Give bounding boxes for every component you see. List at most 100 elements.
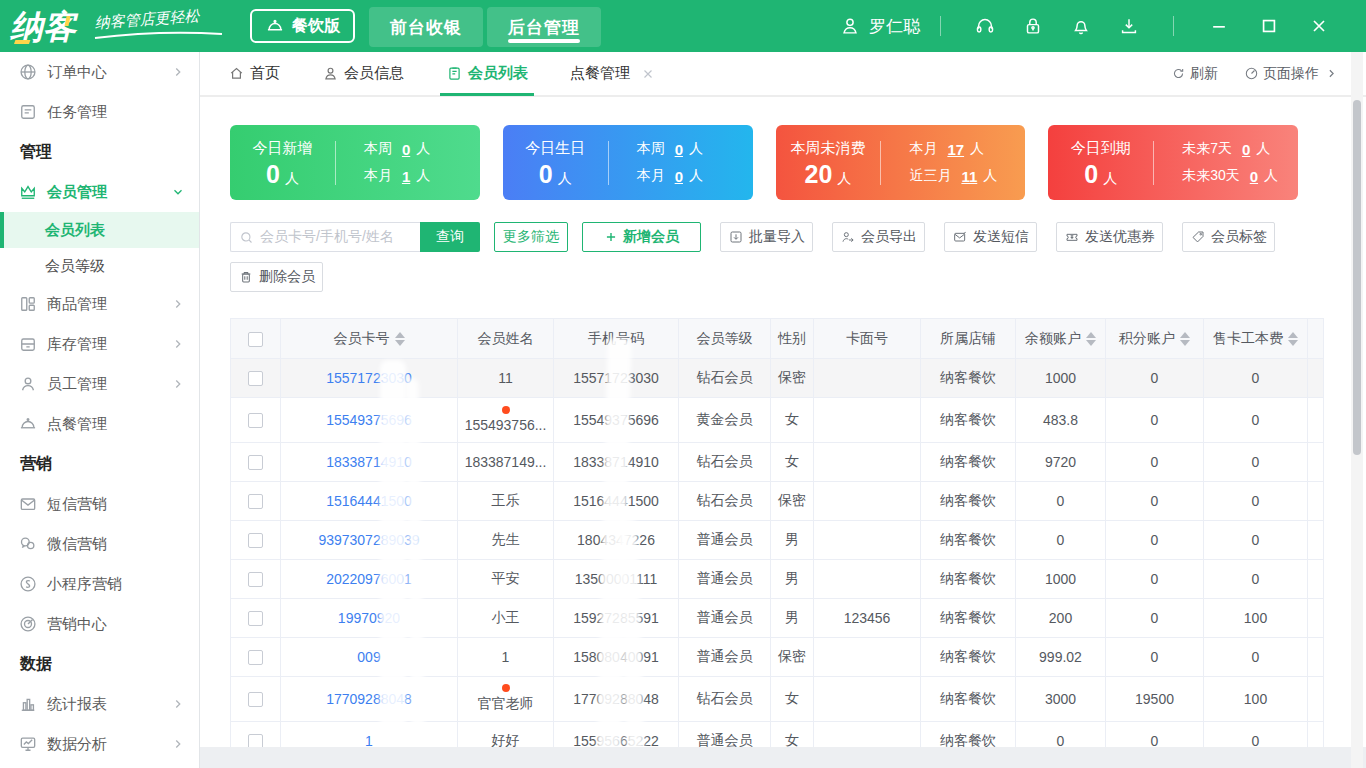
minimize-button[interactable] xyxy=(1209,16,1229,36)
sidebar-item[interactable]: 会员管理 xyxy=(0,172,199,212)
column-header[interactable]: 性别 xyxy=(771,319,814,359)
sidebar-subitem[interactable]: 会员列表 xyxy=(0,212,199,248)
search-input[interactable]: 会员卡号/手机号/姓名 xyxy=(230,222,420,252)
member-card-link[interactable]: 9397307289039 xyxy=(281,521,458,560)
lock-icon[interactable] xyxy=(1022,15,1044,37)
sidebar-item[interactable]: 短信营销 xyxy=(0,484,199,524)
edition-badge[interactable]: 餐饮版 xyxy=(250,9,355,43)
table-row[interactable]: 009115808040091普通会员保密纳客餐饮999.0200 xyxy=(231,638,1324,677)
member-table: 会员卡号会员姓名手机号码会员等级性别卡面号所属店铺余额账户积分账户售卡工本费15… xyxy=(230,318,1323,761)
table-row[interactable]: 155717230301115571723030钻石会员保密纳客餐饮100000 xyxy=(231,359,1324,398)
sidebar-subitem[interactable]: 会员等级 xyxy=(0,248,199,284)
search-placeholder: 会员卡号/手机号/姓名 xyxy=(260,228,394,246)
sidebar-item[interactable]: 任务管理 xyxy=(0,92,199,132)
member-card-link[interactable]: 18338714910 xyxy=(281,443,458,482)
sidebar-item[interactable]: 小程序营销 xyxy=(0,564,199,604)
stat-value: 0人 xyxy=(539,162,572,187)
发送优惠券-button[interactable]: 发送优惠券 xyxy=(1056,222,1163,252)
mode-tab-cashier[interactable]: 前台收银 xyxy=(369,7,483,47)
refresh-button[interactable]: 刷新 xyxy=(1171,65,1218,83)
delete-member-button[interactable]: 删除会员 xyxy=(230,262,323,292)
stat-sub-value[interactable]: 0 xyxy=(1250,168,1258,185)
column-header[interactable]: 所属店铺 xyxy=(921,319,1016,359)
table-row[interactable]: 19970920小王15927285591普通会员男123456纳客餐饮2000… xyxy=(231,599,1324,638)
column-header[interactable]: 会员等级 xyxy=(679,319,771,359)
sidebar-item[interactable]: 商品管理 xyxy=(0,284,199,324)
sidebar-item[interactable]: 数据分析 xyxy=(0,724,199,764)
stat-sub-value[interactable]: 0 xyxy=(402,141,410,158)
sidebar-item[interactable]: 库存管理 xyxy=(0,324,199,364)
row-checkbox[interactable] xyxy=(231,521,281,560)
close-icon[interactable] xyxy=(641,67,655,81)
批量导入-button[interactable]: 批量导入 xyxy=(720,222,813,252)
column-header[interactable]: 售卡工本费 xyxy=(1204,319,1308,359)
column-header[interactable]: 余额账户 xyxy=(1016,319,1106,359)
sidebar-item[interactable]: 微信营销 xyxy=(0,524,199,564)
select-all-checkbox[interactable] xyxy=(231,319,281,359)
page-tab[interactable]: 首页 xyxy=(228,51,280,96)
stat-sub-value[interactable]: 17 xyxy=(947,141,964,158)
sidebar-item[interactable]: 员工管理 xyxy=(0,364,199,404)
sidebar-item[interactable]: 订单中心 xyxy=(0,52,199,92)
member-card-link[interactable]: 15549375696 xyxy=(281,398,458,443)
会员导出-button[interactable]: 会员导出 xyxy=(832,222,925,252)
page-tab[interactable]: 点餐管理 xyxy=(570,51,655,96)
member-card-link[interactable]: 20220976001 xyxy=(281,560,458,599)
row-checkbox[interactable] xyxy=(231,638,281,677)
download-icon[interactable] xyxy=(1118,15,1140,37)
bell-icon[interactable] xyxy=(1070,15,1092,37)
row-checkbox[interactable] xyxy=(231,482,281,521)
table-row[interactable]: 15549375696155493756...15549375696黄金会员女纳… xyxy=(231,398,1324,443)
member-card-link[interactable]: 15571723030 xyxy=(281,359,458,398)
stat-sub-value[interactable]: 0 xyxy=(1242,141,1250,158)
card-fee: 100 xyxy=(1204,599,1308,638)
user-menu[interactable]: 罗仁聪 xyxy=(839,15,920,38)
column-header[interactable]: 会员姓名 xyxy=(458,319,554,359)
row-checkbox[interactable] xyxy=(231,560,281,599)
table-row[interactable]: 17709288048官官老师17709288048钻石会员女纳客餐饮30001… xyxy=(231,677,1324,722)
table-row[interactable]: 9397307289039先生1804347226普通会员男纳客餐饮000 xyxy=(231,521,1324,560)
row-checkbox[interactable] xyxy=(231,599,281,638)
column-header[interactable]: 积分账户 xyxy=(1106,319,1204,359)
sort-icon[interactable] xyxy=(395,332,405,346)
column-header[interactable]: 卡面号 xyxy=(814,319,921,359)
stat-sub-value[interactable]: 0 xyxy=(675,141,683,158)
会员标签-button[interactable]: 会员标签 xyxy=(1182,222,1275,252)
table-row[interactable]: 20220976001平安13500001111普通会员男纳客餐饮100000 xyxy=(231,560,1324,599)
sidebar-item[interactable]: 统计报表 xyxy=(0,684,199,724)
发送短信-button[interactable]: 发送短信 xyxy=(944,222,1037,252)
mode-tab-admin[interactable]: 后台管理 xyxy=(487,7,601,47)
query-button[interactable]: 查询 xyxy=(420,222,480,252)
stat-sub-row: 本月1人 xyxy=(364,167,480,185)
member-level: 黄金会员 xyxy=(679,398,771,443)
headset-icon[interactable] xyxy=(974,15,996,37)
member-card-link[interactable]: 009 xyxy=(281,638,458,677)
sort-icon[interactable] xyxy=(1180,332,1190,346)
page-tab[interactable]: 会员信息 xyxy=(322,51,404,96)
row-checkbox[interactable] xyxy=(231,443,281,482)
row-checkbox[interactable] xyxy=(231,359,281,398)
sort-icon[interactable] xyxy=(1288,332,1298,346)
page-actions-button[interactable]: 页面操作 xyxy=(1244,65,1338,83)
scrollbar-thumb[interactable] xyxy=(1353,100,1361,455)
sort-icon[interactable] xyxy=(1086,332,1096,346)
maximize-button[interactable] xyxy=(1259,16,1279,36)
table-row[interactable]: 18338714910183387149...18338714910钻石会员女纳… xyxy=(231,443,1324,482)
stat-sub-value[interactable]: 11 xyxy=(961,168,977,185)
more-filter-button[interactable]: 更多筛选 xyxy=(494,222,568,252)
member-card-link[interactable]: 19970920 xyxy=(281,599,458,638)
page-tab[interactable]: 会员列表 xyxy=(446,51,528,96)
sidebar-item[interactable]: 营销中心 xyxy=(0,604,199,644)
column-header[interactable]: 会员卡号 xyxy=(281,319,458,359)
sidebar-item[interactable]: 点餐管理 xyxy=(0,404,199,444)
stat-sub-value[interactable]: 1 xyxy=(402,168,410,185)
member-card-link[interactable]: 17709288048 xyxy=(281,677,458,722)
stat-sub-value[interactable]: 0 xyxy=(675,168,683,185)
close-button[interactable] xyxy=(1309,16,1329,36)
table-row[interactable]: 15164441500王乐15164441500钻石会员保密纳客餐饮000 xyxy=(231,482,1324,521)
row-checkbox[interactable] xyxy=(231,398,281,443)
column-header[interactable]: 手机号码 xyxy=(554,319,679,359)
row-checkbox[interactable] xyxy=(231,677,281,722)
member-card-link[interactable]: 15164441500 xyxy=(281,482,458,521)
add-member-button[interactable]: 新增会员 xyxy=(582,222,701,252)
